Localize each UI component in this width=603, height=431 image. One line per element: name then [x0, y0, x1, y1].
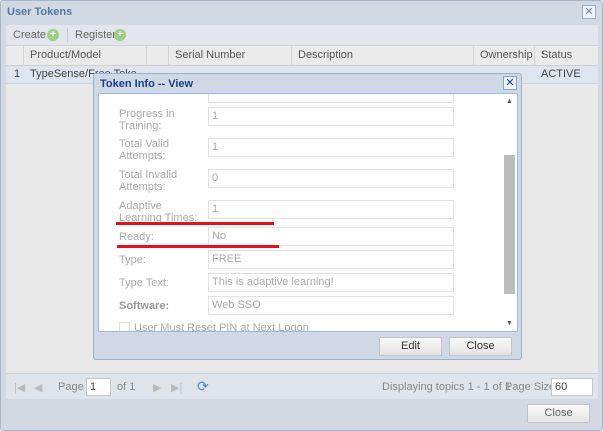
scroll-up-icon[interactable]: ▲: [506, 98, 513, 105]
valid-attempts-field[interactable]: 1: [208, 138, 454, 157]
create-button[interactable]: Create: [13, 29, 46, 41]
paging-toolbar: |◀ ◀ Page 1 of 1 ▶ ▶| ⟳ Displaying topic…: [6, 373, 598, 399]
last-page-icon[interactable]: ▶|: [171, 381, 182, 394]
window-title: User Tokens: [7, 6, 73, 18]
row-number: 1: [14, 68, 21, 80]
type-field[interactable]: FREE: [208, 250, 454, 269]
display-info: Displaying topics 1 - 1 of 1: [382, 381, 512, 393]
header-serial[interactable]: Serial Number: [169, 46, 292, 66]
label-software: Software:: [119, 300, 170, 312]
header-description[interactable]: Description: [292, 46, 474, 66]
header-blank[interactable]: [147, 46, 169, 66]
red-underline: [117, 245, 279, 248]
page-size-input[interactable]: 60: [551, 378, 593, 396]
grid-header: Product/Model Serial Number Description …: [6, 46, 598, 66]
toolbar: Create + Register +: [6, 25, 598, 46]
partial-field: [208, 94, 454, 103]
register-button[interactable]: Register: [75, 29, 116, 41]
next-page-icon[interactable]: ▶: [153, 381, 161, 394]
token-info-dialog: Token Info -- View ✕ Progress in Trainin…: [93, 73, 522, 360]
page-label: Page: [58, 381, 84, 393]
dialog-body: Progress in Training: 1 Total Valid Atte…: [98, 93, 518, 332]
page-of: of 1: [117, 381, 136, 393]
register-plus-icon[interactable]: +: [114, 29, 126, 41]
reset-pin-checkbox[interactable]: [119, 322, 130, 331]
scroll-thumb[interactable]: [504, 155, 515, 294]
dialog-close-button[interactable]: Close: [449, 337, 512, 356]
invalid-attempts-field[interactable]: 0: [208, 169, 454, 188]
red-underline: [116, 222, 274, 225]
page-input[interactable]: 1: [86, 378, 111, 396]
label-invalid: Total Invalid Attempts:: [119, 169, 178, 193]
type-text-field[interactable]: This is adaptive learning!: [208, 273, 454, 292]
window-close-icon[interactable]: ✕: [582, 5, 596, 19]
header-product[interactable]: Product/Model: [24, 46, 147, 66]
label-adaptive: Adaptive Learning Times:: [119, 200, 198, 224]
separator: [67, 28, 68, 42]
label-type-text: Type Text:: [119, 277, 169, 289]
adaptive-times-field[interactable]: 1: [208, 200, 454, 219]
dialog-close-icon[interactable]: ✕: [503, 76, 517, 90]
dialog-title: Token Info -- View: [100, 78, 194, 90]
label-progress: Progress in Training:: [119, 108, 175, 132]
label-type: Type:: [119, 254, 146, 266]
first-page-icon[interactable]: |◀: [14, 381, 25, 394]
label-valid: Total Valid Attempts:: [119, 138, 169, 162]
progress-field[interactable]: 1: [208, 107, 454, 126]
create-plus-icon[interactable]: +: [47, 29, 59, 41]
cell-status: ACTIVE: [541, 68, 581, 80]
software-field[interactable]: Web SSO: [208, 296, 454, 315]
page-size-label: Page Size: [505, 381, 556, 393]
ready-field[interactable]: No: [208, 227, 454, 246]
reset-pin-label: User Must Reset PIN at Next Logon: [134, 322, 309, 331]
close-button[interactable]: Close: [527, 404, 590, 423]
refresh-icon[interactable]: ⟳: [197, 378, 209, 395]
label-ready: Ready:: [119, 231, 154, 243]
prev-page-icon[interactable]: ◀: [34, 381, 42, 394]
header-ownership[interactable]: Ownership: [474, 46, 535, 66]
scroll-down-icon[interactable]: ▼: [506, 320, 513, 327]
scrollbar[interactable]: ▲ ▼: [502, 94, 517, 331]
header-rownum: [6, 46, 24, 66]
header-status[interactable]: Status: [535, 46, 598, 66]
form-panel: Progress in Training: 1 Total Valid Atte…: [99, 94, 501, 331]
edit-button[interactable]: Edit: [379, 337, 442, 356]
